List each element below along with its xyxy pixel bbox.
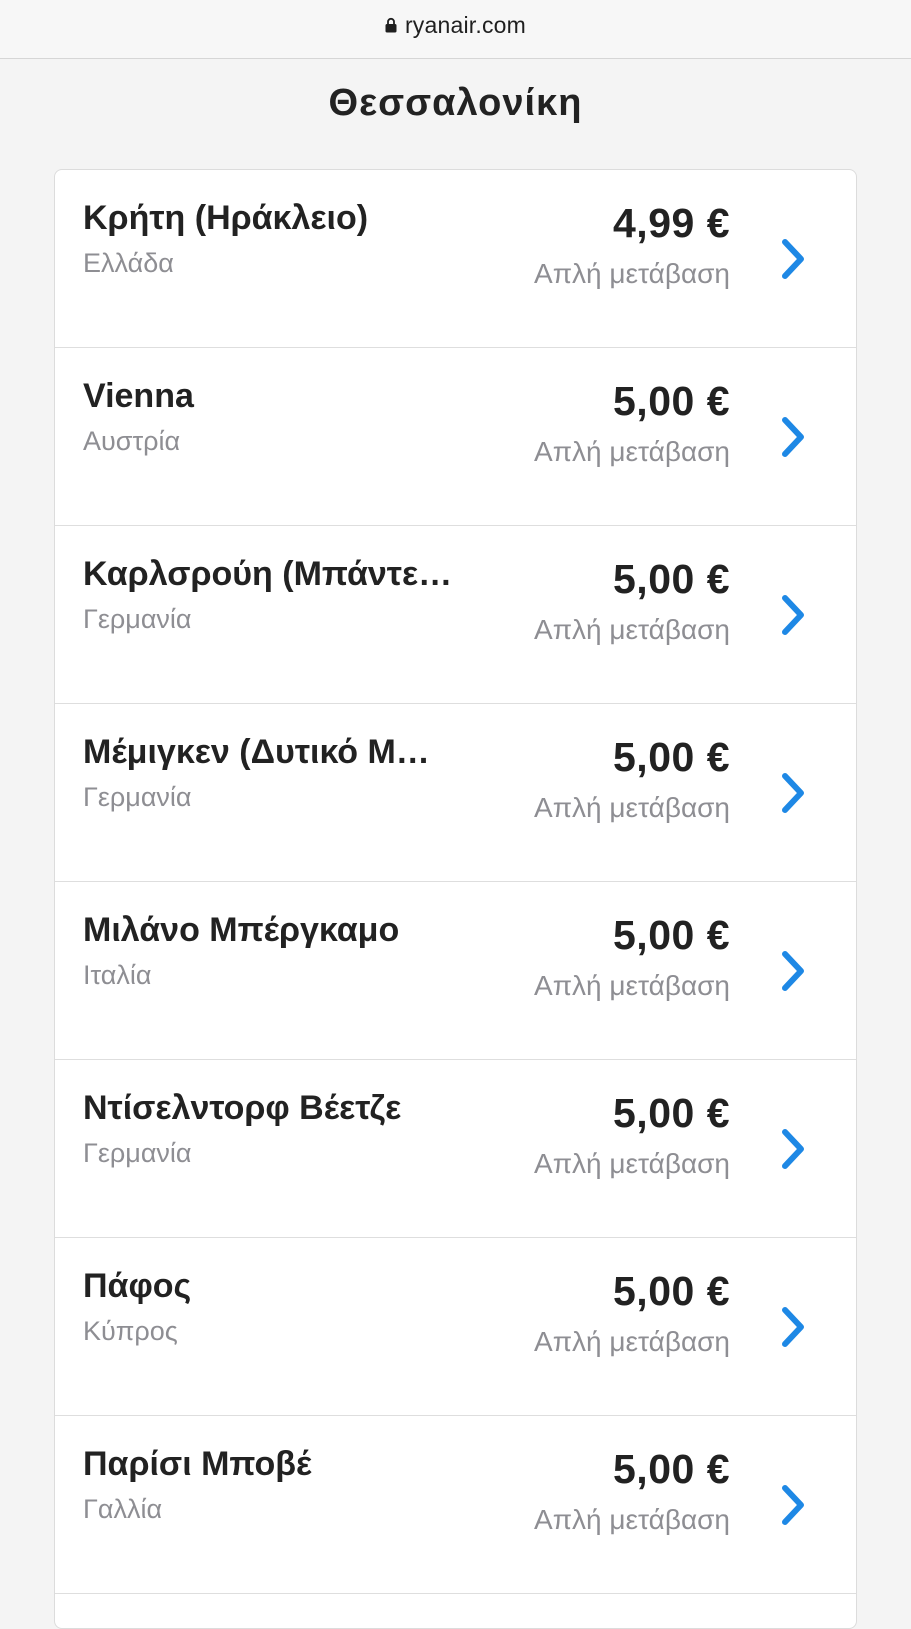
chevron-right-icon[interactable]	[778, 414, 808, 460]
destination-row[interactable]: Ντίσελντορφ Βέετζε Γερμανία 5,00 € Απλή …	[55, 1060, 856, 1238]
fare-price: 5,00 €	[613, 1268, 730, 1314]
fare-price: 5,00 €	[613, 1090, 730, 1136]
destination-name: Καρλσρούη (Μπάντε…	[83, 555, 453, 593]
destination-name: Μιλάνο Μπέργκαμο	[83, 911, 400, 949]
destination-row[interactable]: Παρίσι Μποβέ Γαλλία 5,00 € Απλή μετάβαση	[55, 1416, 856, 1594]
destination-row[interactable]: Πάφος Κύπρος 5,00 € Απλή μετάβαση	[55, 1238, 856, 1416]
trip-type: Απλή μετάβαση	[534, 614, 730, 645]
destination-name: Ντίσελντορφ Βέετζε	[83, 1089, 402, 1127]
destination-country: Γερμανία	[83, 604, 192, 634]
destination-name: Μέμιγκεν (Δυτικό Μ…	[83, 733, 430, 771]
fare-price: 5,00 €	[613, 912, 730, 958]
chevron-right-icon[interactable]	[778, 592, 808, 638]
destination-row[interactable]: Μιλάνο Μπέργκαμο Ιταλία 5,00 € Απλή μετά…	[55, 882, 856, 1060]
page-title: Θεσσαλονίκη	[328, 82, 583, 124]
lock-icon	[385, 17, 397, 33]
trip-type: Απλή μετάβαση	[534, 792, 730, 823]
destination-row[interactable]: Μέμιγκεν (Δυτικό Μ… Γερμανία 5,00 € Απλή…	[55, 704, 856, 882]
chevron-right-icon[interactable]	[778, 1304, 808, 1350]
destination-row[interactable]: Καρλσρούη (Μπάντε… Γερμανία 5,00 € Απλή …	[55, 526, 856, 704]
destination-country: Κύπρος	[83, 1316, 178, 1346]
url-domain: ryanair.com	[404, 11, 527, 38]
chevron-right-icon[interactable]	[778, 236, 808, 282]
destination-country: Γερμανία	[83, 1138, 192, 1168]
fare-price: 5,00 €	[613, 378, 730, 424]
trip-type: Απλή μετάβαση	[534, 1326, 730, 1357]
destination-country: Ελλάδα	[83, 248, 174, 278]
chevron-right-icon[interactable]	[778, 1482, 808, 1528]
trip-type: Απλή μετάβαση	[534, 436, 730, 467]
destination-country: Γαλλία	[83, 1494, 163, 1524]
destination-name: Πάφος	[83, 1267, 192, 1305]
destination-row[interactable]: Vienna Αυστρία 5,00 € Απλή μετάβαση	[55, 348, 856, 526]
url-display[interactable]: ryanair.com	[385, 12, 526, 39]
destination-name: Παρίσι Μποβέ	[83, 1445, 312, 1483]
address-bar[interactable]: ryanair.com	[0, 0, 911, 59]
trip-type: Απλή μετάβαση	[534, 1148, 730, 1179]
chevron-right-icon[interactable]	[778, 948, 808, 994]
destination-country: Γερμανία	[83, 782, 192, 812]
fare-price: 4,99 €	[613, 200, 730, 246]
trip-type: Απλή μετάβαση	[534, 970, 730, 1001]
destination-name: Vienna	[83, 377, 194, 415]
destination-list: Κρήτη (Ηράκλειο) Ελλάδα 4,99 € Απλή μετά…	[54, 169, 857, 1629]
destination-name: Κρήτη (Ηράκλειο)	[83, 199, 369, 237]
trip-type: Απλή μετάβαση	[534, 258, 730, 289]
fare-price: 5,00 €	[613, 734, 730, 780]
destination-country: Αυστρία	[83, 426, 181, 456]
fare-price: 5,00 €	[613, 1446, 730, 1492]
chevron-right-icon[interactable]	[778, 770, 808, 816]
trip-type: Απλή μετάβαση	[534, 1504, 730, 1535]
destination-country: Ιταλία	[83, 960, 152, 990]
chevron-right-icon[interactable]	[778, 1126, 808, 1172]
destination-row[interactable]: Κρήτη (Ηράκλειο) Ελλάδα 4,99 € Απλή μετά…	[55, 170, 856, 348]
fare-price: 5,00 €	[613, 556, 730, 602]
